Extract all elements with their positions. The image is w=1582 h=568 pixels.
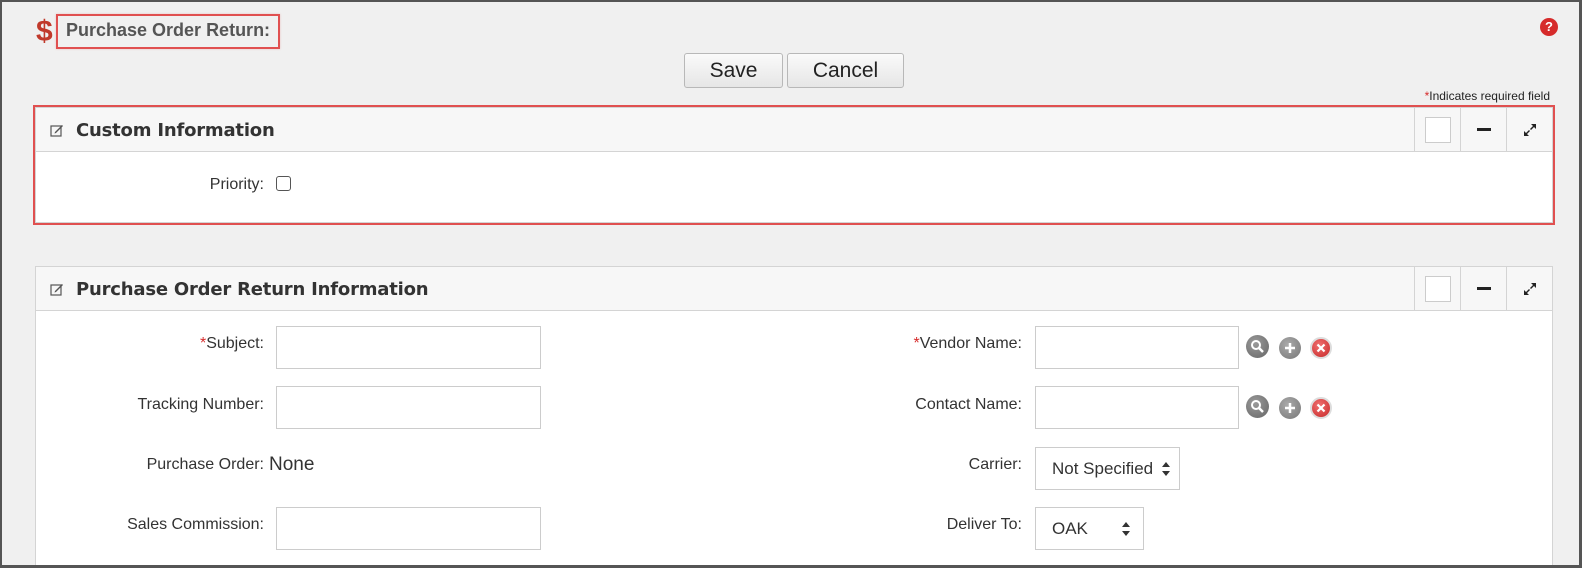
cancel-button[interactable]: Cancel: [787, 53, 904, 88]
edit-icon[interactable]: [50, 123, 64, 137]
dollar-icon: $: [36, 14, 53, 48]
priority-checkbox[interactable]: [276, 176, 291, 191]
minus-icon: [1476, 287, 1491, 290]
vendor-name-label: *Vendor Name:: [796, 335, 1022, 353]
select-arrows-icon: [1122, 522, 1130, 536]
vendor-clear-icon[interactable]: [1310, 337, 1332, 359]
page-title-box: Purchase Order Return:: [56, 14, 281, 49]
vendor-name-label-text: Vendor Name:: [919, 335, 1022, 352]
select-arrows-icon: [1162, 462, 1170, 476]
contact-name-label: Contact Name:: [915, 396, 1022, 413]
sales-commission-label: Sales Commission:: [127, 516, 264, 533]
action-bar: Save Cancel: [0, 53, 1582, 88]
deliver-to-select[interactable]: OAK: [1035, 507, 1144, 550]
custom-information-panel: Custom Information Priority:: [35, 107, 1553, 223]
expand-icon: [1523, 282, 1536, 295]
priority-label: Priority:: [209, 176, 264, 193]
subject-input[interactable]: [276, 326, 541, 369]
tracking-number-input[interactable]: [276, 386, 541, 429]
expand-icon: [1523, 123, 1536, 136]
edit-icon[interactable]: [50, 282, 64, 296]
vendor-name-input[interactable]: [1035, 326, 1239, 369]
minus-icon: [1476, 128, 1491, 131]
panel-header: Custom Information: [36, 108, 1552, 152]
subject-label-text: Subject:: [206, 335, 264, 352]
subject-label: *Subject:: [36, 335, 264, 353]
contact-clear-icon[interactable]: [1310, 397, 1332, 419]
sales-commission-input[interactable]: [276, 507, 541, 550]
po-return-information-panel: Purchase Order Return Information *Subje…: [35, 266, 1553, 566]
deliver-to-label: Deliver To:: [946, 516, 1022, 533]
panel-title: Purchase Order Return Information: [76, 279, 429, 300]
expand-button[interactable]: [1506, 108, 1552, 151]
contact-name-input[interactable]: [1035, 386, 1239, 429]
collapse-button[interactable]: [1460, 108, 1506, 151]
contact-search-icon[interactable]: [1246, 395, 1269, 418]
panel-select-toggle[interactable]: [1414, 267, 1460, 310]
panel-header: Purchase Order Return Information: [36, 267, 1552, 311]
contact-add-icon[interactable]: [1279, 397, 1301, 419]
vendor-search-icon[interactable]: [1246, 335, 1269, 358]
tracking-number-label: Tracking Number:: [137, 396, 264, 413]
help-icon[interactable]: ?: [1540, 18, 1558, 36]
vendor-add-icon[interactable]: [1279, 337, 1301, 359]
required-field-note: *Indicates required field: [1425, 89, 1550, 103]
page-header: $ Purchase Order Return:: [36, 14, 281, 49]
panel-tools: [1414, 108, 1552, 151]
square-icon: [1424, 116, 1451, 143]
purchase-order-label: Purchase Order:: [146, 456, 264, 473]
carrier-select[interactable]: Not Specified: [1035, 447, 1180, 490]
expand-button[interactable]: [1506, 267, 1552, 310]
required-note-text: Indicates required field: [1429, 89, 1550, 103]
panel-title: Custom Information: [76, 120, 275, 141]
collapse-button[interactable]: [1460, 267, 1506, 310]
square-icon: [1424, 275, 1451, 302]
deliver-to-selected-value: OAK: [1052, 519, 1088, 538]
page-title: Purchase Order Return:: [66, 20, 271, 40]
panel-tools: [1414, 267, 1552, 310]
purchase-order-value: None: [269, 454, 315, 475]
save-button[interactable]: Save: [684, 53, 783, 88]
panel-select-toggle[interactable]: [1414, 108, 1460, 151]
carrier-label: Carrier:: [968, 456, 1022, 473]
carrier-selected-value: Not Specified: [1052, 459, 1154, 478]
